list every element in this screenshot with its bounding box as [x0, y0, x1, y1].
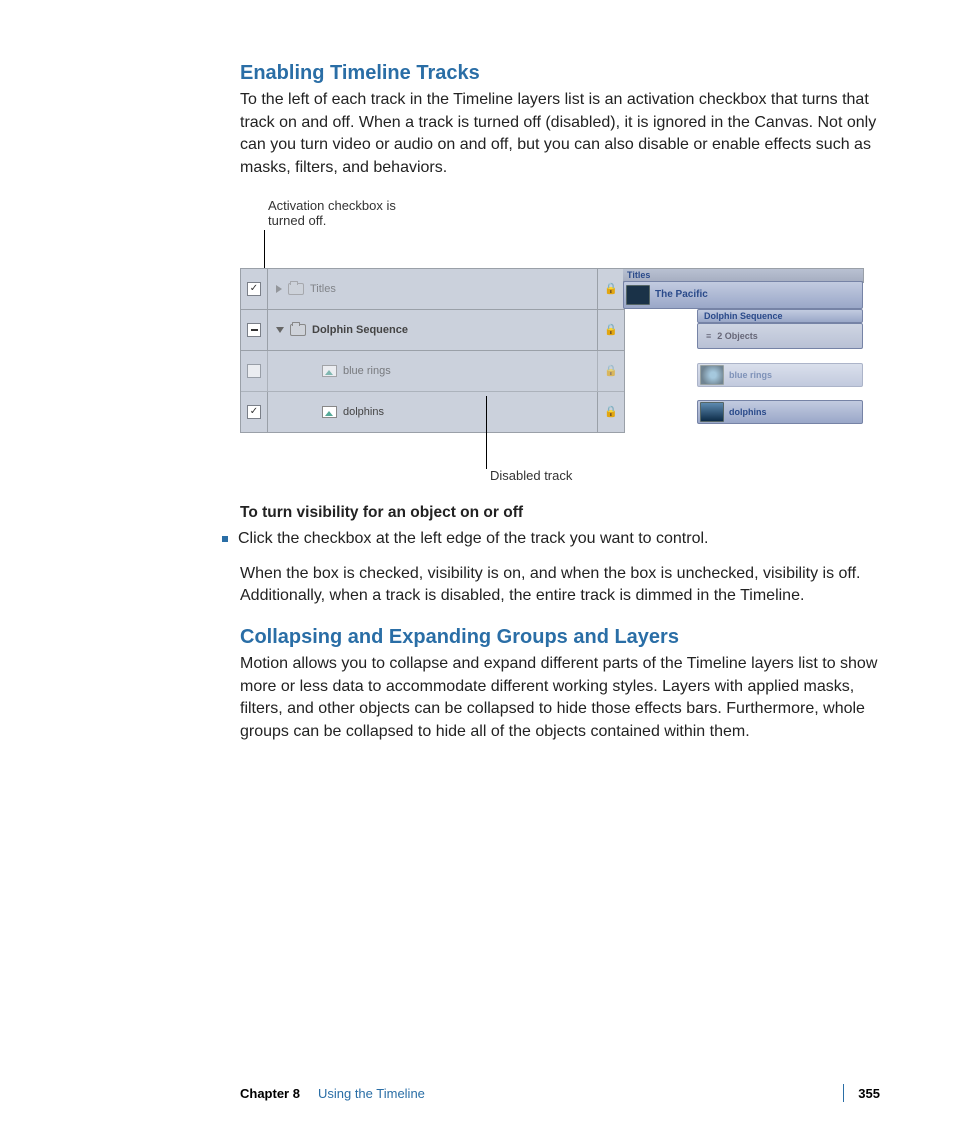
track-label: dolphins	[343, 406, 384, 418]
bullet-icon	[222, 536, 228, 542]
clip-label: The Pacific	[655, 289, 708, 300]
folder-icon	[290, 324, 306, 336]
clip-label: dolphins	[729, 407, 767, 417]
checkbox-icon	[247, 323, 261, 337]
track-name-cell[interactable]: Dolphin Sequence	[268, 324, 597, 336]
track-row-titles[interactable]: ✓ Titles 🔒	[241, 269, 624, 310]
callout-top-label: Activation checkbox is turned off.	[268, 198, 418, 229]
activation-checkbox-cell[interactable]	[241, 310, 268, 350]
folder-icon	[288, 283, 304, 295]
clip-label: blue rings	[729, 370, 772, 380]
checkbox-icon: ✓	[247, 282, 261, 296]
objects-icon: ≡	[706, 331, 711, 341]
instruction-step: Click the checkbox at the left edge of t…	[238, 528, 708, 551]
instruction-result: When the box is checked, visibility is o…	[240, 563, 880, 608]
clip-the-pacific[interactable]: The Pacific	[623, 281, 863, 309]
page-footer: Chapter 8 Using the Timeline 355	[240, 1084, 880, 1102]
image-icon	[322, 406, 337, 418]
clip-label: Dolphin Sequence	[704, 311, 783, 321]
track-name-cell[interactable]: Titles	[268, 283, 597, 295]
track-row-blue-rings[interactable]: blue rings 🔒	[241, 351, 624, 392]
image-icon	[322, 365, 337, 377]
instruction-heading: To turn visibility for an object on or o…	[240, 504, 880, 522]
lock-icon[interactable]: 🔒	[597, 269, 624, 309]
section-heading-enabling: Enabling Timeline Tracks	[240, 62, 880, 85]
track-label: Titles	[310, 283, 336, 295]
footer-page-number: 355	[858, 1086, 880, 1101]
checkbox-icon: ✓	[247, 405, 261, 419]
checkbox-icon	[247, 364, 261, 378]
callout-bottom-label: Disabled track	[490, 468, 572, 484]
timeline-layers-list: ✓ Titles 🔒 Dolphin Sequence	[240, 268, 625, 433]
activation-checkbox-cell[interactable]: ✓	[241, 269, 268, 309]
timeline-canvas[interactable]: Titles The Pacific Dolphin Sequence ≡ 2 …	[623, 268, 864, 283]
footer-rule	[843, 1084, 844, 1102]
callout-line-bottom	[486, 396, 487, 469]
section1-paragraph: To the left of each track in the Timelin…	[240, 89, 880, 180]
lock-icon[interactable]: 🔒	[597, 351, 624, 391]
track-label: Dolphin Sequence	[312, 324, 408, 336]
lock-icon[interactable]: 🔒	[597, 392, 624, 432]
canvas-header: Titles	[623, 269, 863, 282]
disclosure-triangle-icon[interactable]	[276, 285, 282, 293]
track-row-dolphins[interactable]: ✓ dolphins 🔒	[241, 392, 624, 432]
disclosure-triangle-icon[interactable]	[276, 327, 284, 333]
track-name-cell[interactable]: dolphins	[268, 406, 597, 418]
footer-chapter: Chapter 8	[240, 1086, 300, 1101]
clip-thumbnail	[700, 365, 724, 385]
activation-checkbox-cell[interactable]: ✓	[241, 392, 268, 432]
footer-title: Using the Timeline	[318, 1086, 425, 1101]
clip-dolphins[interactable]: dolphins	[697, 400, 863, 424]
clip-dolphin-sequence-header[interactable]: Dolphin Sequence	[697, 309, 863, 323]
section-heading-collapsing: Collapsing and Expanding Groups and Laye…	[240, 626, 880, 649]
figure-timeline: Activation checkbox is turned off. ✓ Tit…	[240, 198, 880, 490]
instruction-bullet-row: Click the checkbox at the left edge of t…	[222, 528, 880, 551]
track-row-dolphin-sequence[interactable]: Dolphin Sequence 🔒	[241, 310, 624, 351]
section2-paragraph: Motion allows you to collapse and expand…	[240, 653, 880, 744]
clip-objects[interactable]: ≡ 2 Objects	[697, 323, 863, 349]
clip-blue-rings[interactable]: blue rings	[697, 363, 863, 387]
clip-thumbnail	[700, 402, 724, 422]
track-label: blue rings	[343, 365, 391, 377]
lock-icon[interactable]: 🔒	[597, 310, 624, 350]
clip-thumbnail	[626, 285, 650, 305]
activation-checkbox-cell[interactable]	[241, 351, 268, 391]
track-name-cell[interactable]: blue rings	[268, 365, 597, 377]
clip-label: 2 Objects	[717, 331, 758, 341]
